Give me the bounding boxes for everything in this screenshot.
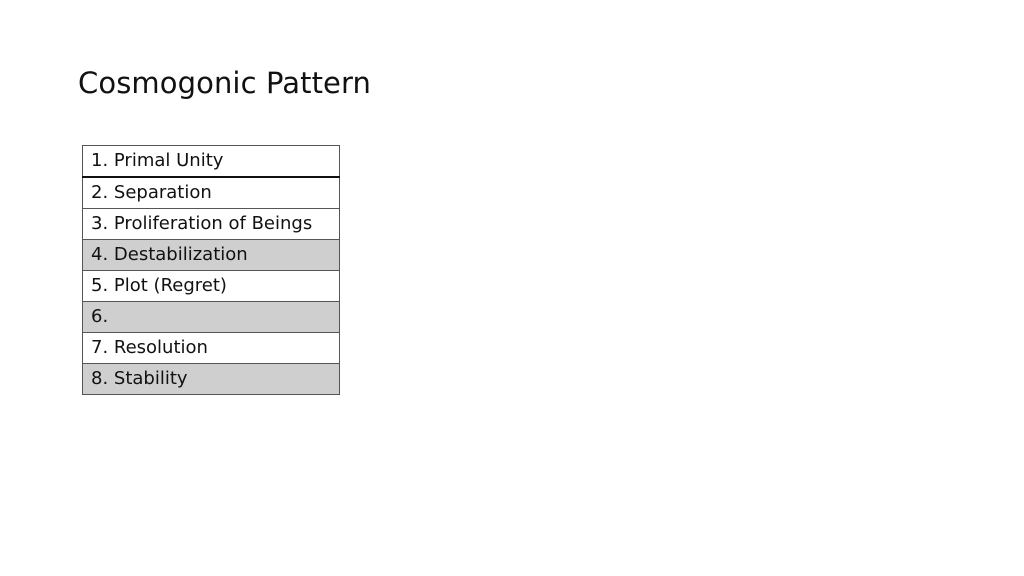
table-row: 7. Resolution [82,332,340,364]
table-row: 4. Destabilization [82,239,340,271]
table-row: 1. Primal Unity [82,145,340,178]
table-cell: 1. Primal Unity [82,145,340,178]
table-cell: 4. Destabilization [82,239,340,271]
table-cell: 7. Resolution [82,332,340,364]
table-cell: 2. Separation [82,176,340,209]
slide-title: Cosmogonic Pattern [78,66,371,100]
table-cell: 6. [82,301,340,333]
table-row: 8. Stability [82,363,340,395]
table-row: 5. Plot (Regret) [82,270,340,302]
pattern-table: 1. Primal Unity 2. Separation 3. Prolife… [82,145,340,395]
table-cell: 3. Proliferation of Beings [82,208,340,240]
table-row: 6. [82,301,340,333]
table-cell: 5. Plot (Regret) [82,270,340,302]
table-row: 3. Proliferation of Beings [82,208,340,240]
table-row: 2. Separation [82,176,340,209]
table-cell: 8. Stability [82,363,340,395]
